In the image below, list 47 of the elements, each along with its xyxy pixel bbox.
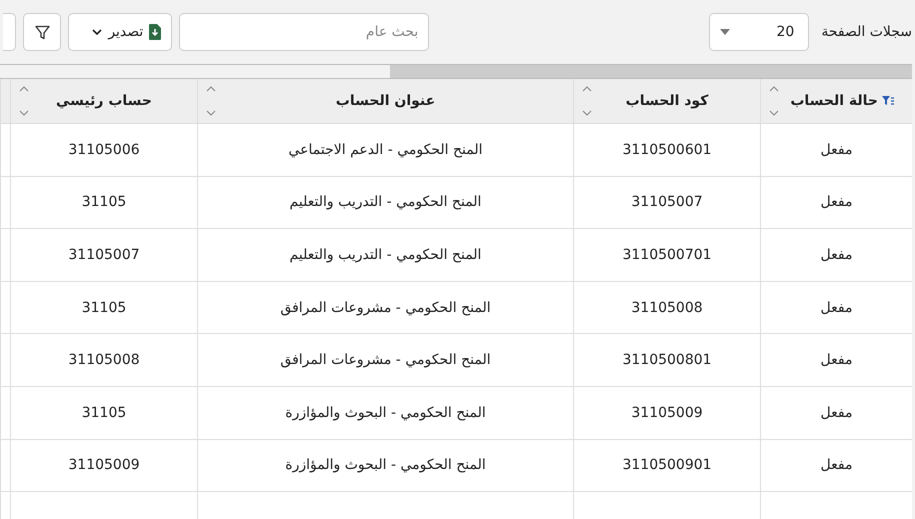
table-cell: 31105009 <box>631 404 703 421</box>
table-cell: المنح الحكومي - التدريب والتعليم <box>290 246 482 263</box>
column-header[interactable]: عنوان الحساب <box>197 79 573 123</box>
table-cell: مفعل <box>820 194 852 210</box>
table-cell: مفعل <box>820 352 852 368</box>
table-cell: 3110500901 <box>622 457 712 474</box>
toolbar-button[interactable] <box>3 13 16 51</box>
table-cell: مفعل <box>820 300 852 316</box>
search-field[interactable]: بحث عام <box>179 13 430 51</box>
page-size-label: سجلات الصفحة <box>821 24 912 40</box>
sort-icon[interactable] <box>206 85 216 117</box>
table-cell: مفعل <box>820 404 852 421</box>
export-button[interactable]: تصدير <box>68 13 172 51</box>
table-cell: 31105008 <box>68 352 140 368</box>
table-cell: 31105 <box>82 300 126 316</box>
table-cell: 31105007 <box>631 194 703 210</box>
table-cell: 3110500601 <box>622 142 712 158</box>
table-cell: مفعل <box>820 457 852 474</box>
column-header[interactable]: حالة الحساب <box>760 79 912 123</box>
excel-file-icon <box>149 24 162 40</box>
table-cell: مفعل <box>820 142 852 158</box>
caret-icon <box>92 28 102 36</box>
table-cell: 31105006 <box>68 142 140 158</box>
column-header[interactable]: حساب رئيسي <box>10 79 197 123</box>
table-cell: 31105007 <box>68 246 140 263</box>
table-cell: المنح الحكومي - مشروعات المرافق <box>280 300 491 316</box>
table-cell: 31105 <box>82 194 126 210</box>
table-cell: 31105008 <box>631 300 703 316</box>
table-cell: المنح الحكومي - مشروعات المرافق <box>280 352 491 368</box>
sort-icon[interactable] <box>582 85 592 117</box>
table-cell: مفعل <box>820 246 852 263</box>
table-cell: المنح الحكومي - البحوث والمؤازرة <box>285 457 486 474</box>
filter-button[interactable] <box>23 13 62 51</box>
column-header[interactable]: كود الحساب <box>573 79 760 123</box>
table-cell: 3110500801 <box>622 352 712 368</box>
filter-icon <box>34 24 50 40</box>
table-cell: 31105 <box>82 404 126 421</box>
dropdown-arrow-icon <box>720 29 730 35</box>
scrollbar[interactable] <box>390 65 912 78</box>
table-cell: المنح الحكومي - التدريب والتعليم <box>290 194 482 210</box>
table-cell: 3110500701 <box>622 246 712 263</box>
table-cell: المنح الحكومي - البحوث والمؤازرة <box>285 404 486 421</box>
table-cell: 31105009 <box>68 457 140 474</box>
sort-icon[interactable] <box>19 85 29 117</box>
table-cell: المنح الحكومي - الدعم الاجتماعي <box>288 142 482 158</box>
page-size-select[interactable]: 20 <box>709 13 810 51</box>
sort-icon[interactable] <box>769 85 779 117</box>
